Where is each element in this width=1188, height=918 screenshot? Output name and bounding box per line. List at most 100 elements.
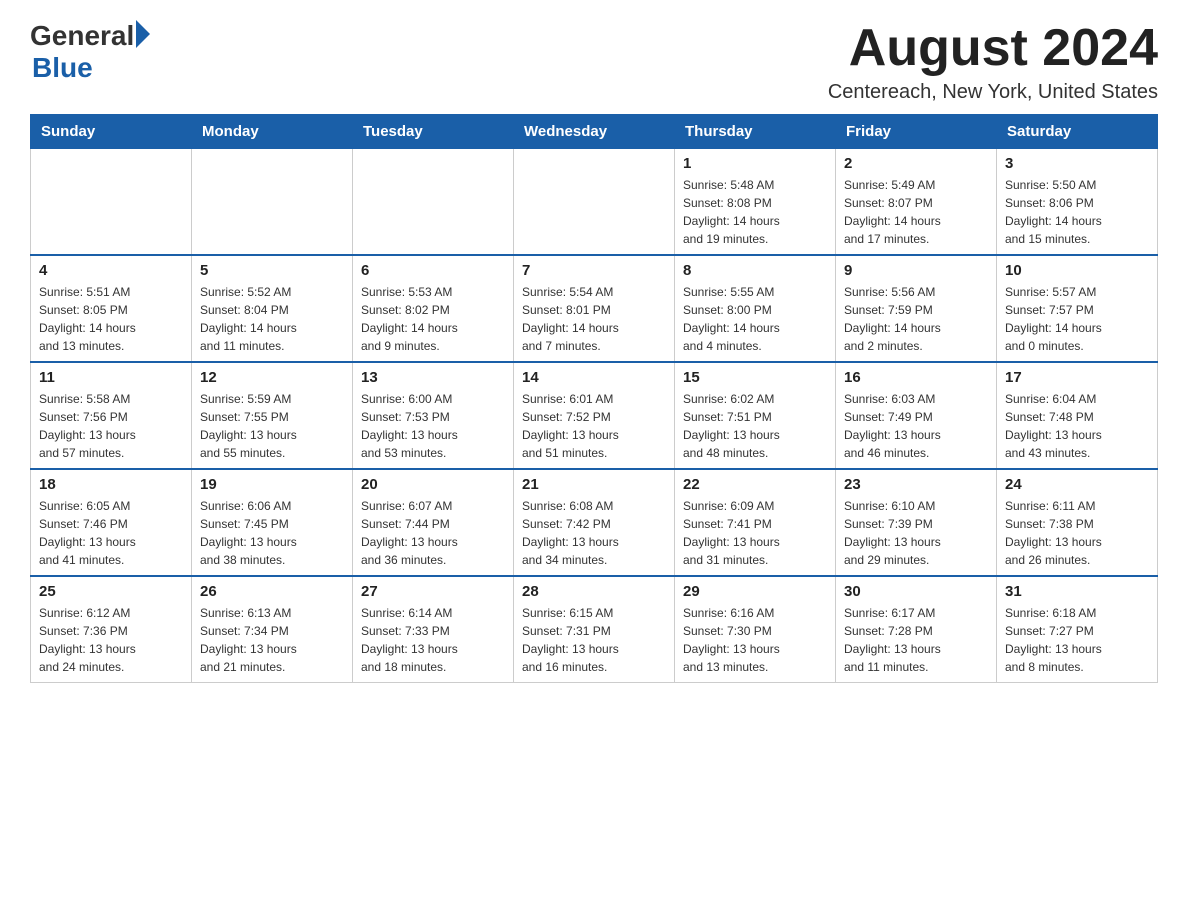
day-number: 15	[683, 369, 827, 386]
day-info: Sunrise: 6:00 AMSunset: 7:53 PMDaylight:…	[361, 390, 505, 462]
weekday-header-saturday: Saturday	[997, 115, 1158, 149]
week-row-3: 11 Sunrise: 5:58 AMSunset: 7:56 PMDayligh…	[31, 362, 1158, 469]
day-info: Sunrise: 6:07 AMSunset: 7:44 PMDaylight:…	[361, 497, 505, 569]
day-number: 3	[1005, 155, 1149, 172]
day-number: 30	[844, 583, 988, 600]
calendar-cell: 25 Sunrise: 6:12 AMSunset: 7:36 PMDayligh…	[31, 576, 192, 683]
calendar-cell	[192, 149, 353, 256]
calendar-cell: 24 Sunrise: 6:11 AMSunset: 7:38 PMDayligh…	[997, 469, 1158, 576]
weekday-header-wednesday: Wednesday	[514, 115, 675, 149]
logo-blue: Blue	[32, 52, 93, 84]
calendar-cell: 15 Sunrise: 6:02 AMSunset: 7:51 PMDayligh…	[675, 362, 836, 469]
day-info: Sunrise: 5:56 AMSunset: 7:59 PMDaylight:…	[844, 283, 988, 355]
calendar-cell: 16 Sunrise: 6:03 AMSunset: 7:49 PMDayligh…	[836, 362, 997, 469]
weekday-header-tuesday: Tuesday	[353, 115, 514, 149]
calendar-cell: 4 Sunrise: 5:51 AMSunset: 8:05 PMDaylight…	[31, 255, 192, 362]
calendar-cell: 11 Sunrise: 5:58 AMSunset: 7:56 PMDayligh…	[31, 362, 192, 469]
weekday-header-thursday: Thursday	[675, 115, 836, 149]
day-info: Sunrise: 6:11 AMSunset: 7:38 PMDaylight:…	[1005, 497, 1149, 569]
day-number: 1	[683, 155, 827, 172]
day-info: Sunrise: 6:13 AMSunset: 7:34 PMDaylight:…	[200, 604, 344, 676]
day-number: 29	[683, 583, 827, 600]
calendar-cell: 21 Sunrise: 6:08 AMSunset: 7:42 PMDayligh…	[514, 469, 675, 576]
logo-general: General	[30, 20, 134, 52]
day-number: 5	[200, 262, 344, 279]
calendar-cell: 8 Sunrise: 5:55 AMSunset: 8:00 PMDaylight…	[675, 255, 836, 362]
day-number: 7	[522, 262, 666, 279]
calendar-cell	[514, 149, 675, 256]
day-number: 31	[1005, 583, 1149, 600]
day-info: Sunrise: 5:58 AMSunset: 7:56 PMDaylight:…	[39, 390, 183, 462]
week-row-2: 4 Sunrise: 5:51 AMSunset: 8:05 PMDaylight…	[31, 255, 1158, 362]
calendar-cell: 10 Sunrise: 5:57 AMSunset: 7:57 PMDayligh…	[997, 255, 1158, 362]
day-info: Sunrise: 6:16 AMSunset: 7:30 PMDaylight:…	[683, 604, 827, 676]
week-row-5: 25 Sunrise: 6:12 AMSunset: 7:36 PMDayligh…	[31, 576, 1158, 683]
day-number: 11	[39, 369, 183, 386]
day-number: 19	[200, 476, 344, 493]
calendar-cell	[353, 149, 514, 256]
day-number: 16	[844, 369, 988, 386]
day-number: 26	[200, 583, 344, 600]
day-info: Sunrise: 5:57 AMSunset: 7:57 PMDaylight:…	[1005, 283, 1149, 355]
calendar-cell: 27 Sunrise: 6:14 AMSunset: 7:33 PMDayligh…	[353, 576, 514, 683]
calendar-cell: 29 Sunrise: 6:16 AMSunset: 7:30 PMDayligh…	[675, 576, 836, 683]
calendar-cell: 19 Sunrise: 6:06 AMSunset: 7:45 PMDayligh…	[192, 469, 353, 576]
logo-triangle-icon	[136, 20, 150, 48]
calendar-cell	[31, 149, 192, 256]
day-number: 21	[522, 476, 666, 493]
header-right: August 2024 Centereach, New York, United…	[828, 20, 1158, 104]
day-number: 25	[39, 583, 183, 600]
day-info: Sunrise: 6:06 AMSunset: 7:45 PMDaylight:…	[200, 497, 344, 569]
calendar-cell: 2Sunrise: 5:49 AMSunset: 8:07 PMDaylight…	[836, 149, 997, 256]
weekday-header-friday: Friday	[836, 115, 997, 149]
day-number: 27	[361, 583, 505, 600]
day-number: 20	[361, 476, 505, 493]
day-info: Sunrise: 6:08 AMSunset: 7:42 PMDaylight:…	[522, 497, 666, 569]
day-info: Sunrise: 6:18 AMSunset: 7:27 PMDaylight:…	[1005, 604, 1149, 676]
day-info: Sunrise: 5:50 AMSunset: 8:06 PMDaylight:…	[1005, 176, 1149, 248]
calendar-cell: 3 Sunrise: 5:50 AMSunset: 8:06 PMDaylight…	[997, 149, 1158, 256]
calendar-cell: 18Sunrise: 6:05 AMSunset: 7:46 PMDayligh…	[31, 469, 192, 576]
day-number: 10	[1005, 262, 1149, 279]
weekday-header-sunday: Sunday	[31, 115, 192, 149]
day-info: Sunrise: 5:53 AMSunset: 8:02 PMDaylight:…	[361, 283, 505, 355]
day-number: 8	[683, 262, 827, 279]
day-info: Sunrise: 6:02 AMSunset: 7:51 PMDaylight:…	[683, 390, 827, 462]
week-row-1: 1Sunrise: 5:48 AMSunset: 8:08 PMDaylight…	[31, 149, 1158, 256]
logo: General Blue	[30, 20, 150, 84]
week-row-4: 18Sunrise: 6:05 AMSunset: 7:46 PMDayligh…	[31, 469, 1158, 576]
calendar-cell: 5 Sunrise: 5:52 AMSunset: 8:04 PMDaylight…	[192, 255, 353, 362]
day-number: 18	[39, 476, 183, 493]
day-info: Sunrise: 6:10 AMSunset: 7:39 PMDaylight:…	[844, 497, 988, 569]
day-info: Sunrise: 6:04 AMSunset: 7:48 PMDaylight:…	[1005, 390, 1149, 462]
day-number: 24	[1005, 476, 1149, 493]
day-info: Sunrise: 5:55 AMSunset: 8:00 PMDaylight:…	[683, 283, 827, 355]
calendar-cell: 26 Sunrise: 6:13 AMSunset: 7:34 PMDayligh…	[192, 576, 353, 683]
day-info: Sunrise: 6:03 AMSunset: 7:49 PMDaylight:…	[844, 390, 988, 462]
calendar-cell: 13 Sunrise: 6:00 AMSunset: 7:53 PMDayligh…	[353, 362, 514, 469]
page-title: August 2024	[828, 20, 1158, 77]
day-info: Sunrise: 6:12 AMSunset: 7:36 PMDaylight:…	[39, 604, 183, 676]
day-info: Sunrise: 6:15 AMSunset: 7:31 PMDaylight:…	[522, 604, 666, 676]
day-info: Sunrise: 6:01 AMSunset: 7:52 PMDaylight:…	[522, 390, 666, 462]
day-number: 12	[200, 369, 344, 386]
day-info: Sunrise: 6:14 AMSunset: 7:33 PMDaylight:…	[361, 604, 505, 676]
day-number: 17	[1005, 369, 1149, 386]
calendar-cell: 14 Sunrise: 6:01 AMSunset: 7:52 PMDayligh…	[514, 362, 675, 469]
day-number: 14	[522, 369, 666, 386]
calendar-cell: 6Sunrise: 5:53 AMSunset: 8:02 PMDaylight…	[353, 255, 514, 362]
subtitle: Centereach, New York, United States	[828, 81, 1158, 104]
day-number: 28	[522, 583, 666, 600]
day-info: Sunrise: 5:52 AMSunset: 8:04 PMDaylight:…	[200, 283, 344, 355]
calendar-cell: 28 Sunrise: 6:15 AMSunset: 7:31 PMDayligh…	[514, 576, 675, 683]
day-number: 4	[39, 262, 183, 279]
day-number: 13	[361, 369, 505, 386]
weekday-header-monday: Monday	[192, 115, 353, 149]
calendar-cell: 20 Sunrise: 6:07 AMSunset: 7:44 PMDayligh…	[353, 469, 514, 576]
calendar-cell: 22Sunrise: 6:09 AMSunset: 7:41 PMDayligh…	[675, 469, 836, 576]
page-header: General Blue August 2024 Centereach, New…	[30, 20, 1158, 104]
day-number: 2	[844, 155, 988, 172]
day-info: Sunrise: 5:51 AMSunset: 8:05 PMDaylight:…	[39, 283, 183, 355]
weekday-header-row: SundayMondayTuesdayWednesdayThursdayFrid…	[31, 115, 1158, 149]
calendar-cell: 31 Sunrise: 6:18 AMSunset: 7:27 PMDayligh…	[997, 576, 1158, 683]
